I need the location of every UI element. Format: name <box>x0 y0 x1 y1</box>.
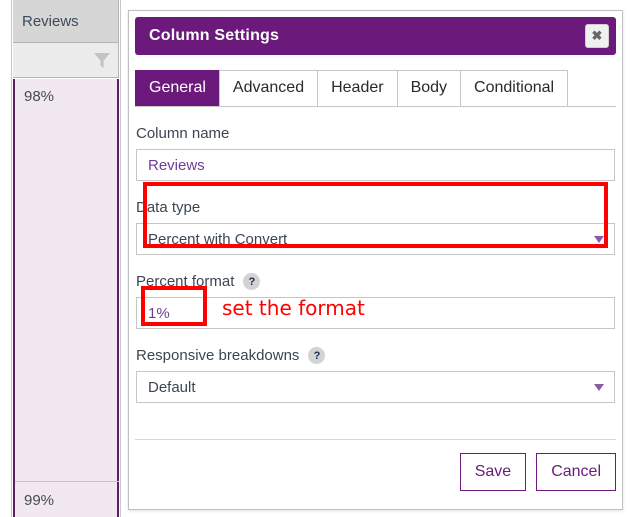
help-icon[interactable]: ? <box>308 347 326 364</box>
field-percent-format: Percent format ? <box>136 273 615 329</box>
tab-general[interactable]: General <box>135 70 220 106</box>
field-column-name: Column name <box>136 125 615 181</box>
general-tab-panel: Column name Data type Percent with Conve… <box>135 125 616 403</box>
funnel-icon[interactable] <box>93 52 111 69</box>
data-type-value: Percent with Convert <box>148 230 288 248</box>
grid-cell-value[interactable]: 99% <box>15 483 119 517</box>
responsive-breakdowns-value: Default <box>148 378 196 396</box>
data-type-label: Data type <box>136 199 201 216</box>
dialog-footer: Save Cancel <box>135 439 616 491</box>
column-name-label: Column name <box>136 125 230 142</box>
field-data-type: Data type Percent with Convert <box>136 199 615 255</box>
chevron-down-icon <box>594 384 604 391</box>
grid-column-reviews: Reviews <box>13 0 119 78</box>
responsive-breakdowns-select[interactable]: Default <box>136 371 615 403</box>
tab-advanced[interactable]: Advanced <box>218 70 319 106</box>
grid-filter-row[interactable] <box>13 43 119 78</box>
grid-column-header-reviews[interactable]: Reviews <box>13 0 119 43</box>
responsive-breakdowns-label: Responsive breakdowns <box>136 347 300 364</box>
dialog-title-bar: Column Settings ✖ <box>135 17 616 55</box>
tab-conditional[interactable]: Conditional <box>460 70 569 106</box>
dialog-title: Column Settings <box>149 27 280 44</box>
grid-row-gutter <box>0 0 12 517</box>
dialog-tab-strip: General Advanced Header Body Conditional <box>135 70 616 107</box>
percent-format-label-row: Percent format ? <box>136 273 615 290</box>
column-settings-dialog: Column Settings ✖ General Advanced Heade… <box>128 10 623 510</box>
tab-body[interactable]: Body <box>396 70 462 106</box>
column-name-input[interactable] <box>136 149 615 181</box>
grid-cell-value[interactable]: 98% <box>15 79 119 482</box>
field-responsive-breakdowns: Responsive breakdowns ? Default <box>136 347 615 403</box>
chevron-down-icon <box>594 236 604 243</box>
tab-header[interactable]: Header <box>317 70 398 106</box>
percent-format-label: Percent format <box>136 273 235 290</box>
cancel-button[interactable]: Cancel <box>536 453 616 491</box>
save-button[interactable]: Save <box>459 453 527 491</box>
data-type-select[interactable]: Percent with Convert <box>136 223 615 255</box>
close-icon[interactable]: ✖ <box>585 24 609 48</box>
responsive-breakdowns-label-row: Responsive breakdowns ? <box>136 347 615 364</box>
dialog-inner: Column Settings ✖ General Advanced Heade… <box>135 17 616 509</box>
help-icon[interactable]: ? <box>243 273 261 290</box>
grid-body: 98% 99% <box>13 79 119 517</box>
percent-format-input[interactable] <box>136 297 615 329</box>
